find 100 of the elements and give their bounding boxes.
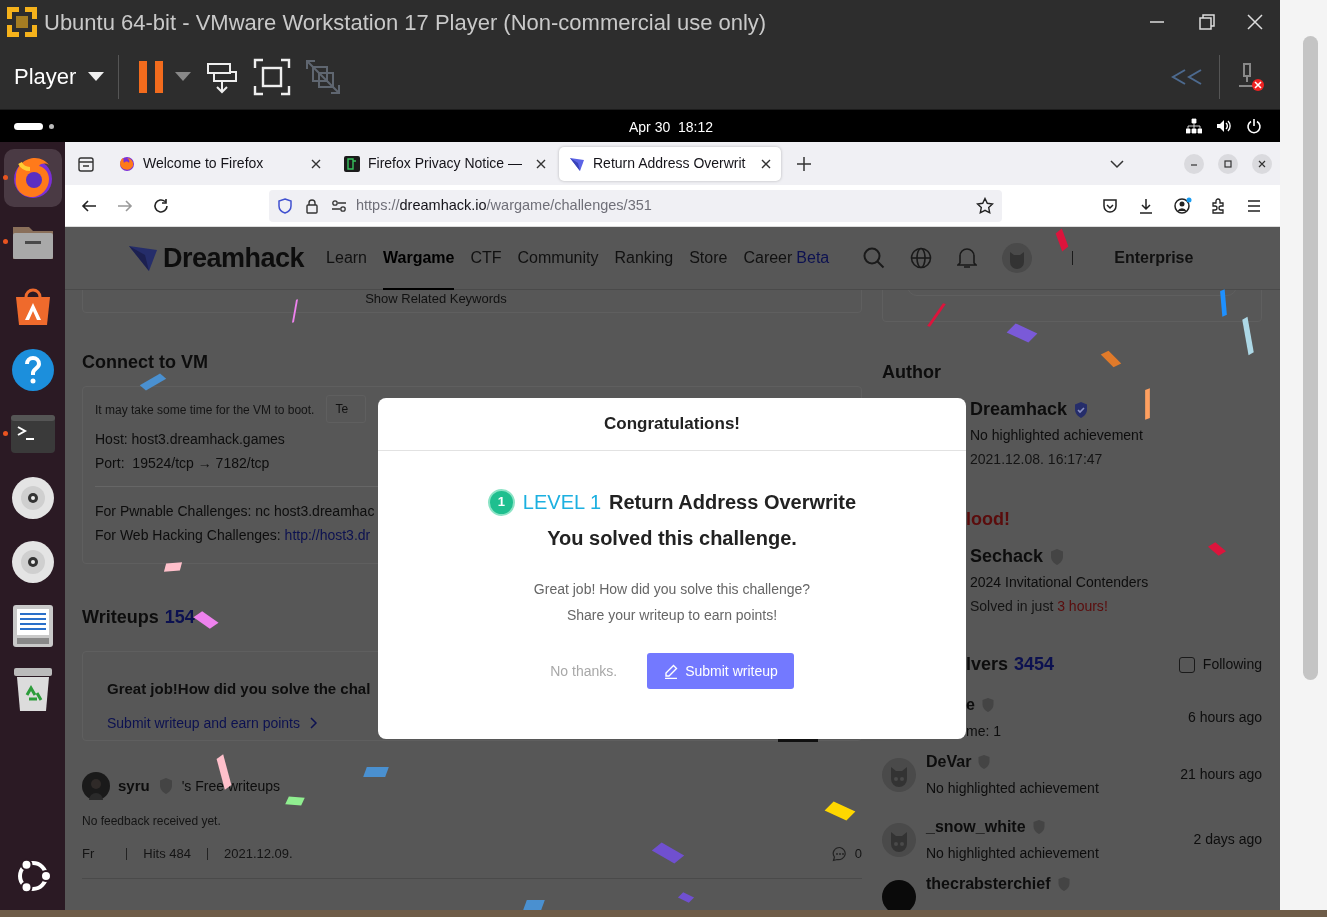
browser-tab[interactable]: Return Address Overwrit	[559, 146, 781, 181]
minimize-icon[interactable]	[1184, 153, 1204, 174]
following-checkbox[interactable]: Following	[1178, 654, 1262, 675]
chevron-right-icon	[310, 717, 318, 729]
url-text[interactable]: https://dreamhack.io/wargame/challenges/351	[356, 194, 652, 217]
terminal-icon	[10, 415, 55, 453]
close-icon[interactable]	[761, 158, 771, 169]
boot-note: It may take some time for the VM to boot.	[95, 402, 315, 419]
user-name[interactable]: e	[966, 692, 975, 717]
keywords-toggle[interactable]: Show Related Keywords	[365, 288, 507, 308]
nav-link[interactable]: CTF	[470, 246, 502, 270]
address-bar[interactable]: https://dreamhack.io/wargame/challenges/351	[269, 189, 1002, 222]
power-icon[interactable]	[1246, 118, 1262, 134]
unity-icon[interactable]	[305, 58, 342, 95]
user-avatar-icon	[882, 822, 916, 857]
confetti-piece	[1145, 388, 1150, 420]
disc-icon	[9, 539, 56, 585]
user-name[interactable]: thecrabsterchief	[926, 872, 1051, 896]
feedback-text: No feedback received yet.	[82, 813, 221, 830]
confetti-piece	[363, 767, 389, 777]
vmware-logo-icon	[4, 4, 40, 40]
account-icon[interactable]	[1174, 196, 1192, 215]
pause-icon[interactable]	[139, 60, 166, 93]
help-icon	[9, 347, 56, 393]
host-text: Host: host3.dreamhack.games	[95, 430, 285, 449]
user-avatar-icon	[82, 772, 110, 800]
reload-icon[interactable]	[153, 197, 169, 214]
restore-icon[interactable]	[1198, 13, 1216, 31]
back-icon[interactable]	[81, 197, 97, 214]
achievement-text: 2024 Invitational Contenders	[970, 573, 1150, 592]
maximize-icon[interactable]	[1218, 153, 1238, 174]
no-thanks-button[interactable]: No thanks.	[550, 660, 618, 682]
vm-tab[interactable]: Te	[326, 395, 367, 423]
user-name[interactable]: DeVar	[926, 750, 972, 774]
date-text: 2021.12.08. 16:17:47	[970, 450, 1104, 469]
nav-link[interactable]: Wargame	[383, 227, 455, 290]
tab-list-icon[interactable]	[77, 154, 95, 173]
extensions-icon[interactable]	[1210, 197, 1226, 214]
hits-text: Hits 484	[143, 845, 191, 863]
nav-link[interactable]: Community	[517, 246, 599, 270]
author-name[interactable]: syru	[118, 774, 150, 798]
user-name[interactable]: _snow_white	[926, 815, 1026, 839]
volume-icon[interactable]	[1216, 118, 1232, 134]
workspace-indicator[interactable]	[49, 123, 54, 129]
confetti-piece	[292, 299, 298, 323]
bell-icon[interactable]	[957, 247, 978, 269]
browser-tab[interactable]: Firefox Privacy Notice —	[334, 146, 556, 181]
browser-tab[interactable]: Welcome to Firefox	[109, 146, 331, 181]
player-menu[interactable]: Player	[14, 56, 105, 97]
collapse-icon[interactable]	[1171, 68, 1203, 85]
scrollbar-thumb[interactable]	[1303, 36, 1318, 680]
firefox-icon	[119, 155, 135, 172]
close-icon[interactable]	[1252, 153, 1272, 174]
date-text: 2021.12.09.	[224, 845, 293, 863]
nav-link[interactable]: Career Beta	[743, 246, 830, 270]
device-error-icon[interactable]	[1236, 61, 1266, 92]
search-icon[interactable]	[863, 247, 886, 269]
enterprise-link[interactable]: Enterprise	[1114, 246, 1194, 270]
caret-icon[interactable]	[175, 71, 192, 82]
chevron-down-icon[interactable]	[1110, 158, 1124, 169]
fullscreen-icon[interactable]	[253, 57, 292, 96]
close-icon[interactable]	[311, 158, 321, 169]
permissions-icon[interactable]	[331, 199, 347, 212]
bookmark-star-icon[interactable]	[976, 196, 994, 215]
close-icon[interactable]	[536, 158, 546, 169]
pencil-icon	[663, 663, 680, 679]
download-icon[interactable]	[1138, 197, 1154, 214]
confetti-piece	[163, 562, 183, 572]
clock-text[interactable]: Apr 30 18:12	[629, 117, 714, 138]
network-icon[interactable]	[1186, 118, 1202, 134]
submit-writeup-button[interactable]: Submit writeup	[647, 653, 794, 689]
achievement-text: No highlighted achievement	[970, 426, 1144, 445]
submit-writeup-link[interactable]: Submit writeup and earn points	[107, 712, 318, 734]
dialog-title: Congratulations!	[604, 413, 740, 436]
lock-icon[interactable]	[305, 197, 319, 214]
port-text: Port: 19524/tcp → 7182/tcp	[95, 454, 270, 473]
nav-link[interactable]: Store	[689, 246, 728, 270]
nav-link[interactable]: Learn	[326, 246, 367, 270]
nav-link[interactable]: Ranking	[614, 246, 674, 270]
dock-item[interactable]	[3, 149, 62, 207]
comment-count: 0	[854, 845, 862, 863]
new-tab-icon[interactable]	[796, 155, 812, 172]
solver-count: 3454	[1014, 653, 1055, 676]
menu-icon[interactable]	[1246, 198, 1262, 213]
solve-time: 6 hours ago	[1188, 707, 1262, 727]
disc-icon	[9, 475, 56, 521]
achievement-text: No highlighted achievement	[926, 844, 1099, 863]
section-heading: Author	[882, 361, 942, 384]
workspace-indicator[interactable]	[14, 122, 43, 130]
forward-icon[interactable]	[117, 197, 133, 214]
web-hacking-text: For Web Hacking Challenges: http://host3.dr	[95, 526, 371, 545]
dreamhack-logo[interactable]: Dreamhack	[128, 237, 305, 279]
verified-badge-icon	[1073, 400, 1090, 419]
author-name[interactable]: Dreamhack	[970, 396, 1068, 423]
web-link[interactable]: http://host3.dr	[284, 527, 371, 543]
pocket-icon[interactable]	[1102, 197, 1118, 214]
globe-icon[interactable]	[910, 247, 933, 269]
shield-icon[interactable]	[277, 197, 293, 214]
user-name[interactable]: Sechack	[970, 543, 1044, 570]
section-heading: Connect to VM	[82, 351, 209, 374]
